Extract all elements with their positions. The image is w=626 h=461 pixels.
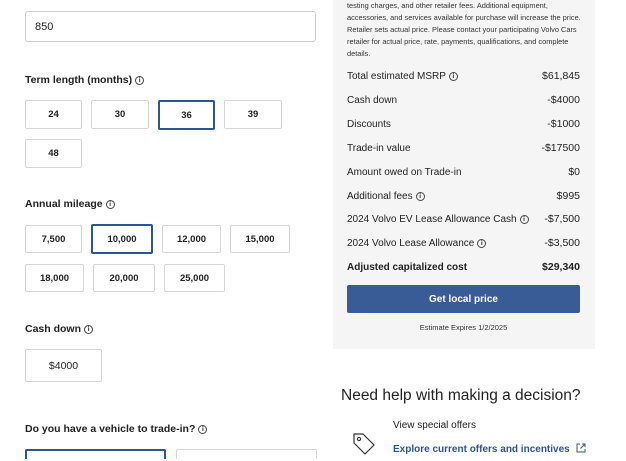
get-local-price-label: Get local price (429, 293, 498, 305)
get-local-price-button[interactable]: Get local price (347, 285, 580, 313)
term-option-label: 39 (247, 109, 259, 120)
summary-row-label: Cash down (347, 94, 398, 106)
summary-row-msrp: Total estimated MSRP i $61,845 (347, 70, 580, 82)
mileage-option-12000[interactable]: 12,000 (162, 225, 221, 253)
summary-row-value: -$3,500 (544, 237, 580, 249)
term-length-label-text: Term length (months) (25, 74, 133, 86)
pricing-disclaimer: testing charges, and other retailer fees… (347, 1, 581, 58)
term-option-label: 48 (48, 148, 59, 159)
estimate-expiry: Estimate Expires 1/2/2025 (419, 323, 508, 332)
mileage-option-label: 25,000 (179, 272, 210, 284)
annual-mileage-label-text: Annual mileage (25, 198, 103, 210)
info-icon[interactable]: i (519, 214, 529, 224)
mileage-option-25000[interactable]: 25,000 (164, 264, 225, 292)
down-payment-input[interactable]: 850 (25, 11, 316, 42)
summary-row-value: -$4000 (547, 94, 580, 106)
summary-row-value: -$1000 (547, 118, 580, 130)
mileage-option-10000[interactable]: 10,000 (91, 224, 153, 254)
term-option-label: 30 (114, 109, 126, 120)
mileage-option-15000[interactable]: 15,000 (230, 225, 290, 253)
tag-icon (351, 430, 377, 456)
mileage-option-label: 10,000 (107, 233, 137, 245)
mileage-option-label: 12,000 (176, 233, 207, 245)
summary-row-label: Adjusted capitalized cost (347, 261, 468, 273)
info-icon[interactable]: i (135, 75, 145, 85)
annual-mileage-label: Annual mileage i (25, 198, 115, 210)
trade-in-no-option[interactable] (176, 449, 317, 459)
summary-row-value: $61,845 (542, 70, 580, 82)
summary-row-amount-owed: Amount owed on Trade-in $0 (347, 166, 580, 178)
term-option-39[interactable]: 39 (224, 100, 282, 129)
info-icon[interactable]: i (198, 424, 208, 434)
summary-row-discounts: Discounts -$1000 (347, 118, 580, 130)
summary-row-label: Discounts (347, 118, 391, 130)
summary-row-label: 2024 Volvo Lease Allowance (347, 237, 475, 249)
summary-row-value: $29,340 (542, 261, 580, 273)
help-heading: Need help with making a decision? (341, 387, 581, 404)
summary-row-value: $0 (568, 166, 580, 178)
summary-row-value: $995 (556, 190, 580, 202)
mileage-option-label: 15,000 (245, 233, 275, 245)
summary-row-cash-down: Cash down -$4000 (347, 94, 580, 106)
info-icon[interactable]: i (477, 238, 487, 248)
cash-down-label-text: Cash down (25, 323, 82, 335)
mileage-option-7500[interactable]: 7,500 (25, 225, 82, 253)
mileage-option-18000[interactable]: 18,000 (25, 264, 84, 292)
summary-row-label: Additional fees (347, 190, 413, 202)
trade-in-question-text: Do you have a vehicle to trade-in? (25, 423, 196, 435)
summary-row-value: -$17500 (541, 142, 580, 154)
summary-row-label: Total estimated MSRP (347, 70, 446, 82)
trade-in-yes-option[interactable] (25, 449, 166, 459)
mileage-option-label: 20,000 (109, 272, 139, 284)
term-option-24[interactable]: 24 (25, 100, 82, 129)
summary-row-value: -$7,500 (544, 213, 580, 225)
info-icon[interactable]: i (84, 324, 94, 334)
summary-row-label: 2024 Volvo EV Lease Allowance Cash (347, 213, 517, 225)
term-option-48[interactable]: 48 (25, 139, 82, 168)
summary-row-label: Amount owed on Trade-in (347, 166, 462, 178)
summary-row-lease-allowance: 2024 Volvo Lease Allowance i -$3,500 (347, 237, 580, 249)
trade-in-question-label: Do you have a vehicle to trade-in? i (25, 423, 208, 435)
external-link-icon (576, 443, 586, 456)
info-icon[interactable]: i (415, 191, 425, 201)
term-option-label: 24 (48, 109, 59, 120)
info-icon[interactable]: i (105, 199, 115, 209)
view-special-offers-label: View special offers (393, 420, 477, 431)
term-option-36[interactable]: 36 (158, 100, 215, 130)
summary-row-trade-in-value: Trade-in value -$17500 (347, 142, 580, 154)
summary-row-ev-lease-allowance: 2024 Volvo EV Lease Allowance Cash i -$7,… (347, 213, 580, 225)
down-payment-value: 850 (35, 20, 54, 33)
mileage-option-label: 18,000 (39, 272, 70, 284)
summary-row-label: Trade-in value (347, 142, 411, 154)
cash-down-input[interactable]: $4000 (25, 349, 102, 382)
explore-offers-link-text: Explore current offers and incentives (393, 444, 570, 455)
term-length-label: Term length (months) i (25, 74, 145, 86)
explore-offers-link[interactable]: Explore current offers and incentives (393, 443, 586, 456)
mileage-option-label: 7,500 (41, 233, 66, 245)
info-icon[interactable]: i (448, 71, 458, 81)
summary-row-adjusted-cost: Adjusted capitalized cost $29,340 (347, 261, 580, 273)
summary-row-additional-fees: Additional fees i $995 (347, 190, 580, 202)
cash-down-value: $4000 (48, 359, 79, 372)
mileage-option-20000[interactable]: 20,000 (93, 264, 155, 292)
term-option-30[interactable]: 30 (91, 100, 149, 129)
cash-down-label: Cash down i (25, 323, 94, 335)
term-option-label: 36 (181, 109, 192, 121)
